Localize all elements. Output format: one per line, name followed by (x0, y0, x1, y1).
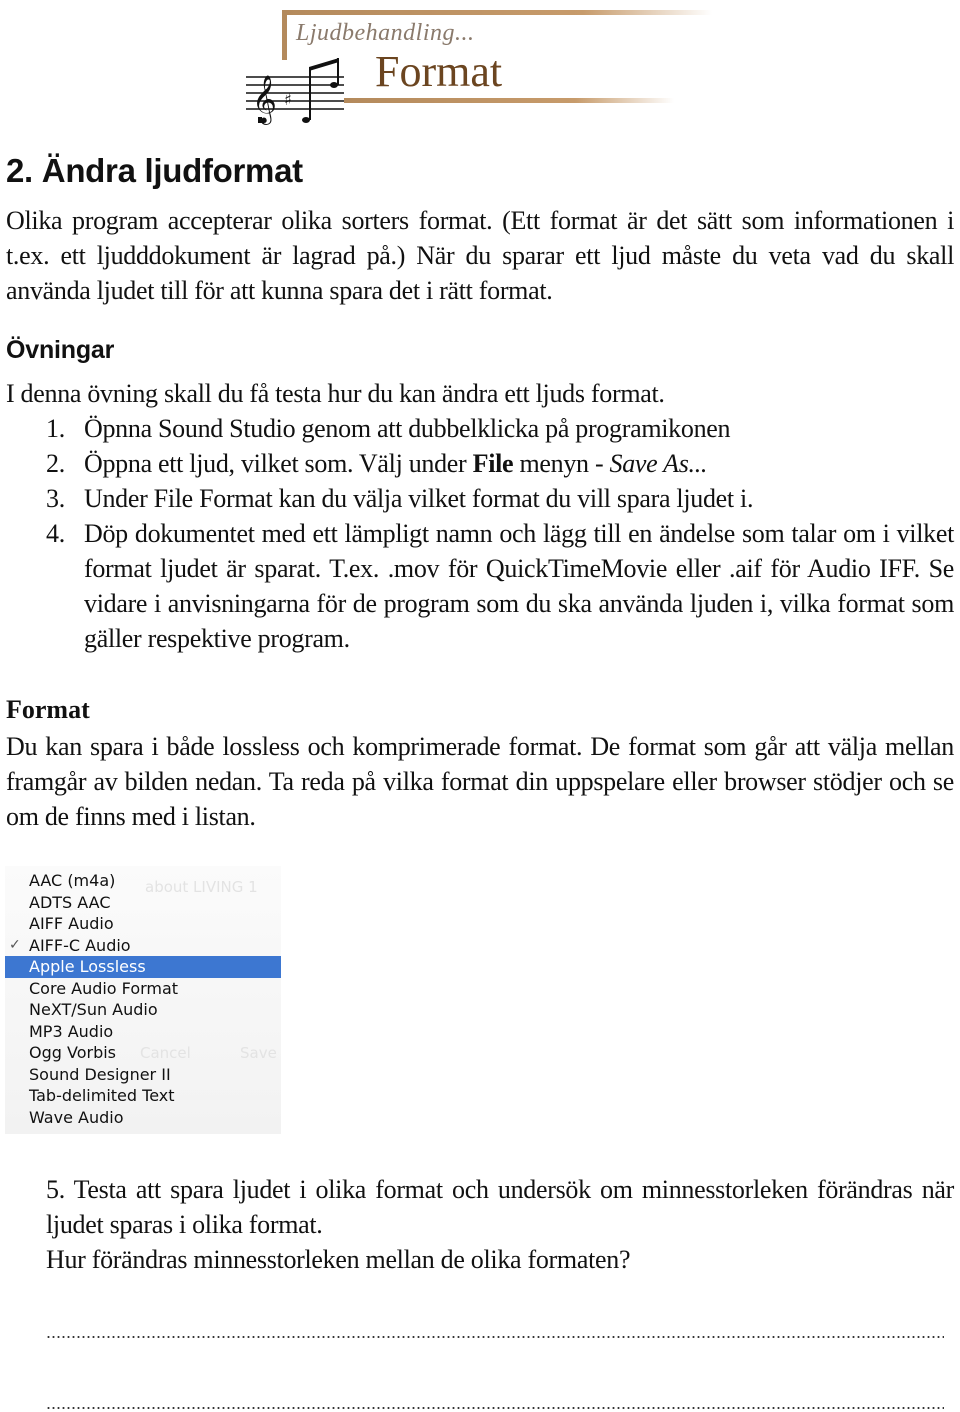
menu-item[interactable]: NeXT/Sun Audio (5, 999, 281, 1021)
menu-item[interactable]: ADTS AAC (5, 892, 281, 914)
menu-item[interactable]: Wave Audio (5, 1107, 281, 1129)
step-text: Öppna ett ljud, vilket som. Välj under F… (84, 446, 954, 481)
menu-item[interactable]: Ogg Vorbis (5, 1042, 281, 1064)
menu-item-label: NeXT/Sun Audio (29, 1000, 158, 1019)
menu-item-label: MP3 Audio (29, 1021, 114, 1041)
header-banner: Ljudbehandling... Format 𝄞 ♯ (240, 0, 720, 130)
intro-paragraph: Olika program accepterar olika sorters f… (6, 206, 954, 305)
menu-item[interactable]: AAC (m4a) (5, 870, 281, 892)
file-menu-name: File (472, 449, 514, 478)
step-item: 3. Under File Format kan du välja vilket… (46, 481, 954, 516)
task5-text: 5. Testa att spara ljudet i olika format… (46, 1175, 954, 1239)
step-item: 4. Döp dokumentet med ett lämpligt namn … (46, 516, 954, 656)
menu-item[interactable]: ✓ AIFF-C Audio (5, 935, 281, 957)
menu-item[interactable]: MP3 Audio (5, 1021, 281, 1043)
banner-subtitle: Ljudbehandling... (296, 20, 475, 46)
format-heading: Format (6, 695, 90, 724)
menu-item-label: Sound Designer II (29, 1064, 171, 1084)
exercises-intro: I denna övning skall du få testa hur du … (6, 379, 665, 408)
menu-item[interactable]: Core Audio Format (5, 978, 281, 1000)
banner-frame-bottom (344, 98, 674, 103)
step-text-part: menyn - (513, 449, 610, 478)
banner-title: Format (375, 47, 503, 96)
checkmark-icon: ✓ (9, 936, 21, 953)
menu-item[interactable]: Sound Designer II (5, 1064, 281, 1086)
menu-item[interactable]: Tab-delimited Text (5, 1085, 281, 1107)
step-item: 2. Öppna ett ljud, vilket som. Välj unde… (46, 446, 954, 481)
answer-line[interactable] (46, 1335, 944, 1339)
step-number: 2. (46, 449, 65, 478)
step-text: Under File Format kan du välja vilket fo… (84, 484, 754, 513)
menu-item-label: Apple Lossless (29, 957, 146, 976)
step-text: Döp dokumentet med ett lämpligt namn och… (84, 519, 954, 653)
step-number: 3. (46, 484, 65, 513)
step-item: 1. Öpnna Sound Studio genom att dubbelkl… (46, 411, 954, 446)
music-notes-icon: 𝄞 ♯ (246, 58, 344, 125)
menu-item-label: AIFF-C Audio (29, 935, 131, 955)
menu-item-label: Tab-delimited Text (29, 1086, 175, 1105)
step-text: Öpnna Sound Studio genom att dubbelklick… (84, 414, 731, 443)
exercises-heading: Övningar (6, 336, 115, 364)
file-format-menu[interactable]: about LIVING 1 Cancel Save AAC (m4a) ADTS… (5, 866, 281, 1134)
banner-frame-left (282, 10, 287, 60)
exercise-steps: 1. Öpnna Sound Studio genom att dubbelkl… (46, 411, 954, 656)
svg-text:♯: ♯ (284, 90, 292, 109)
menu-item-label: ADTS AAC (29, 892, 111, 912)
task5-question: Hur förändras minnesstorleken mellan de … (46, 1245, 631, 1274)
menu-item-label: AAC (m4a) (29, 871, 116, 890)
save-as-command: Save As... (609, 449, 708, 478)
step-number: 1. (46, 414, 65, 443)
page-title: 2. Ändra ljudformat (6, 152, 303, 189)
menu-item[interactable]: Apple Lossless (5, 956, 281, 978)
step-text-part: Öppna ett ljud, vilket som. Välj under (84, 449, 473, 478)
menu-item[interactable]: AIFF Audio (5, 913, 281, 935)
banner-frame-top (282, 10, 712, 15)
answer-line[interactable] (46, 1406, 944, 1410)
menu-item-label: AIFF Audio (29, 914, 114, 933)
menu-item-label: Core Audio Format (29, 978, 179, 998)
svg-text:𝄞: 𝄞 (252, 74, 277, 125)
step-number: 4. (46, 519, 65, 548)
menu-item-label: Wave Audio (29, 1107, 124, 1127)
menu-item-label: Ogg Vorbis (29, 1043, 116, 1062)
format-paragraph: Du kan spara i både lossless och komprim… (6, 732, 954, 831)
